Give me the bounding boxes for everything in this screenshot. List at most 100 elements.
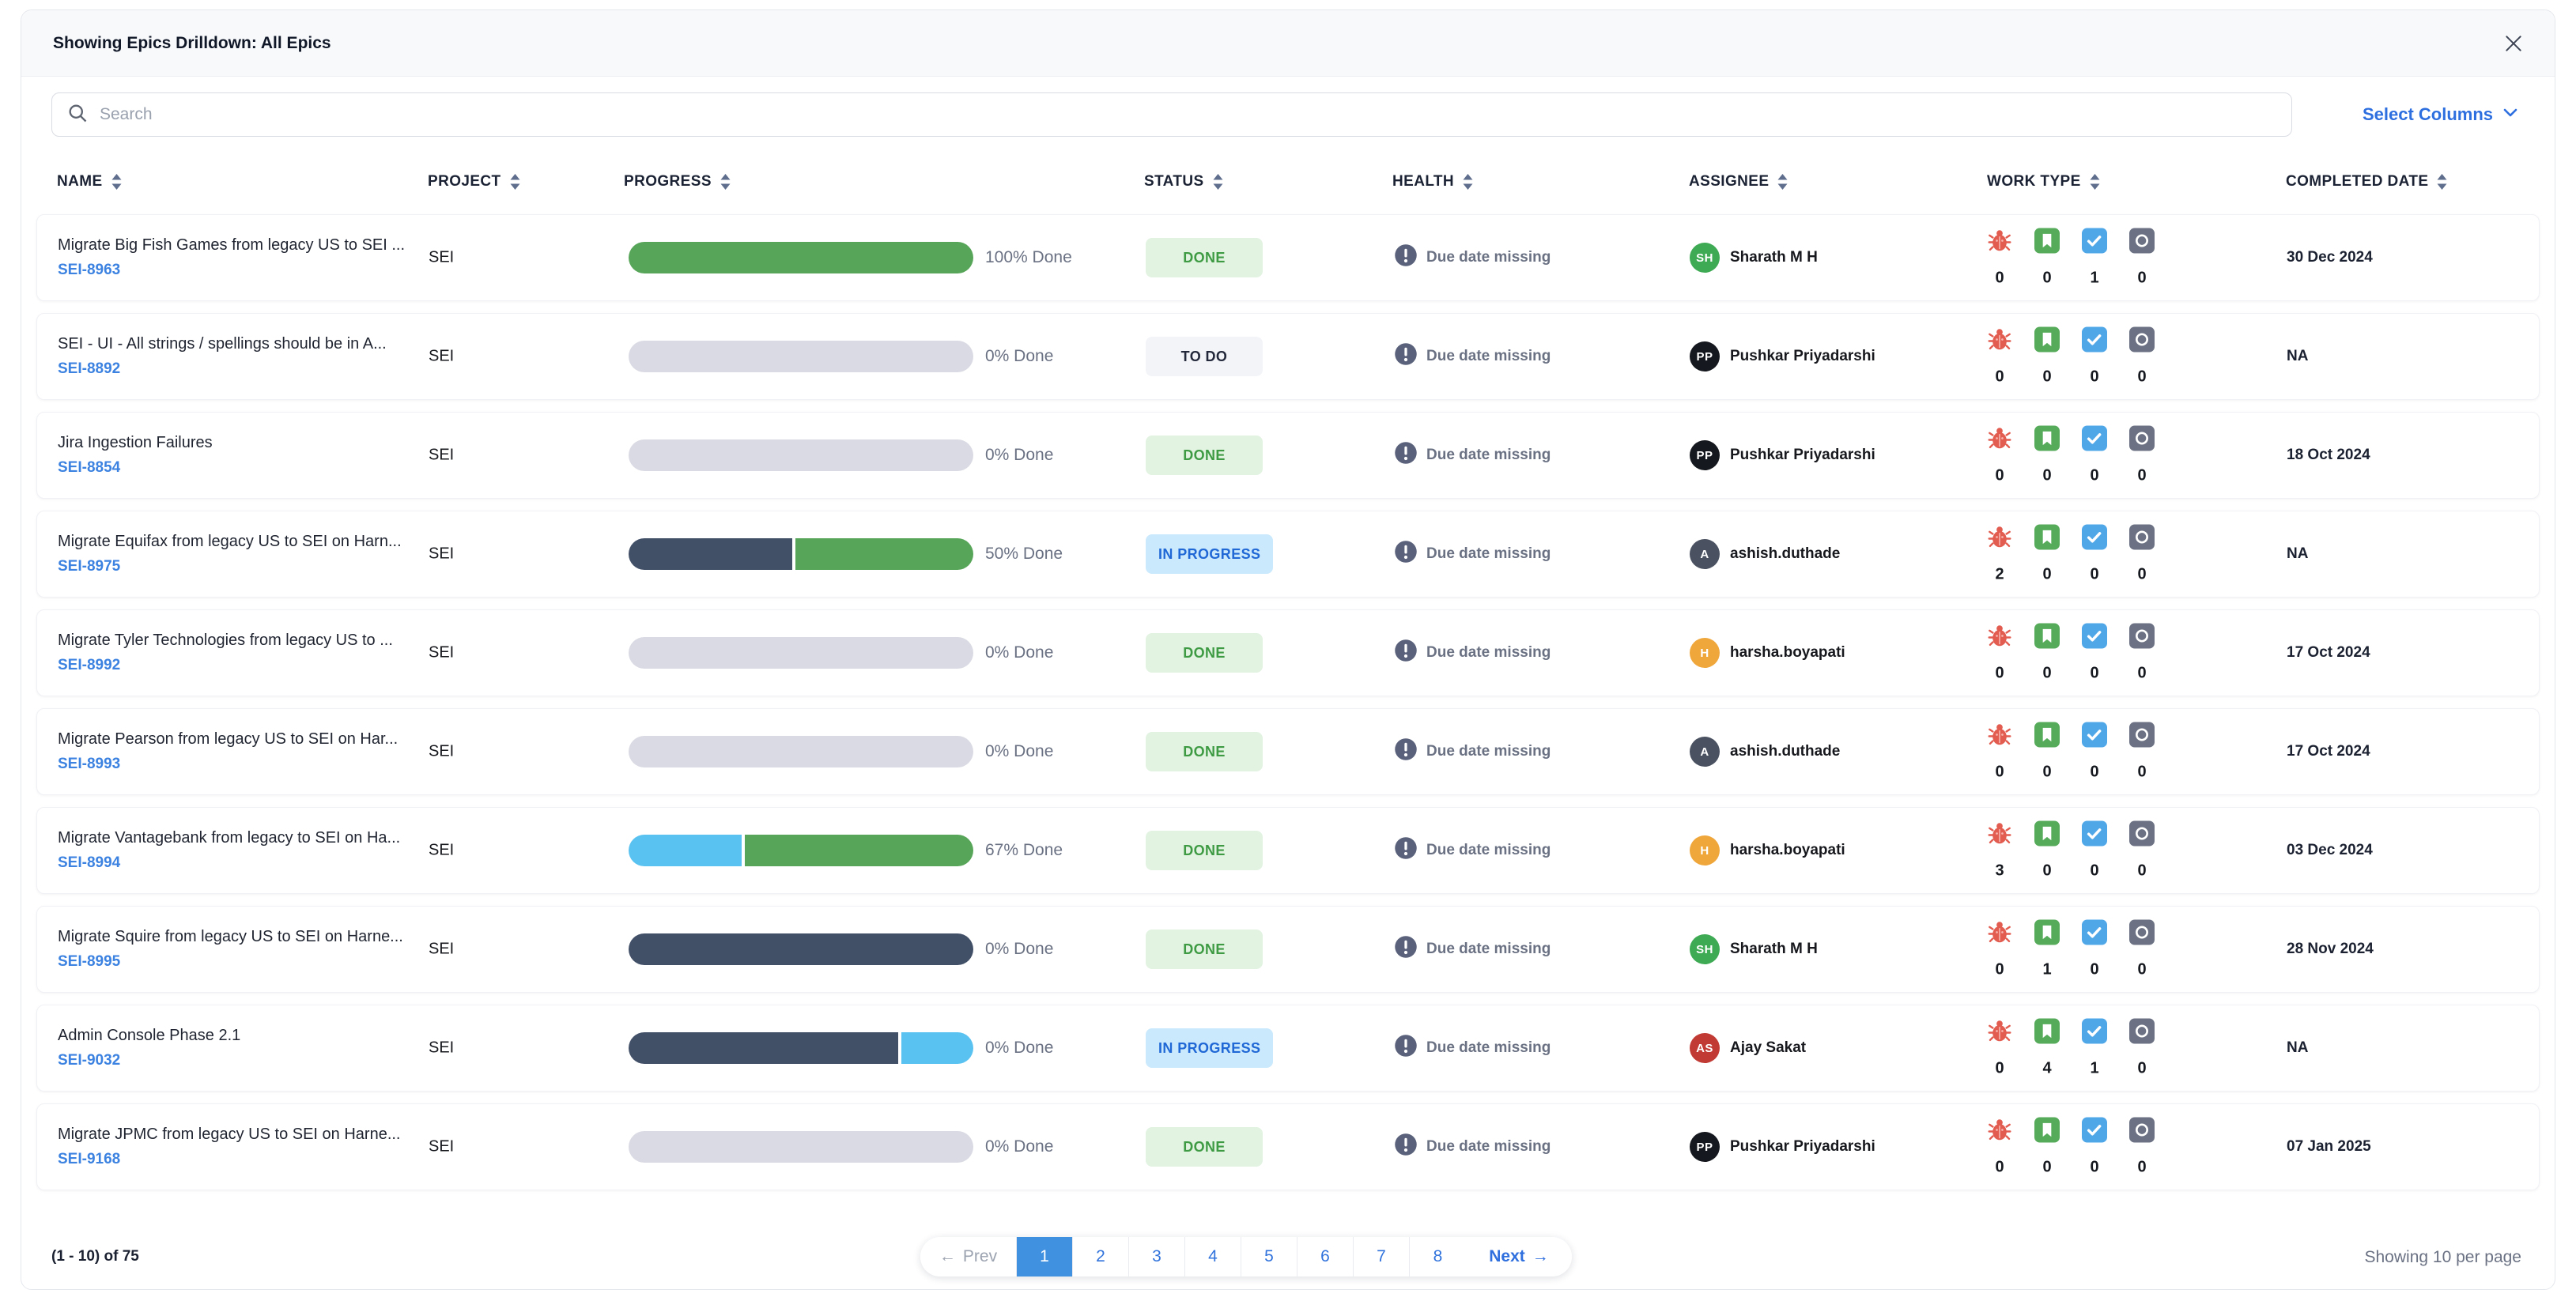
exclamation-circle-icon [1394,342,1418,371]
table-row: Jira Ingestion Failures SEI-8854 SEI 0% … [36,412,2540,499]
name-cell: SEI - UI - All strings / spellings shoul… [58,335,387,378]
per-page-label: Showing 10 per page [2364,1248,2522,1266]
column-header-health[interactable]: HEALTH [1392,173,1474,190]
epic-key-link[interactable]: SEI-9168 [58,1151,401,1168]
epic-name: Jira Ingestion Failures [58,434,213,451]
worktype-bug-column: 2 [1976,525,2023,584]
select-columns-label: Select Columns [2362,104,2493,124]
page-button-3[interactable]: 3 [1129,1237,1185,1276]
health-label: Due date missing [1426,941,1551,957]
search-input[interactable] [100,105,2291,124]
search-box [51,92,2292,137]
page-button-4[interactable]: 4 [1185,1237,1241,1276]
epic-key-link[interactable]: SEI-8963 [58,262,405,279]
column-header-progress[interactable]: PROGRESS [624,173,731,190]
epic-icon [2129,326,2155,356]
completed-date-cell: 18 Oct 2024 [2287,447,2370,463]
next-page-button[interactable]: Next → [1466,1237,1572,1276]
project-cell: SEI [429,742,455,760]
column-header-name[interactable]: NAME [57,173,123,190]
assignee-cell: H harsha.boyapati [1690,835,1845,865]
bug-icon [1987,525,2012,554]
completed-date-cell: 17 Oct 2024 [2287,644,2370,661]
story-icon [2034,524,2060,554]
worktype-task-column: 0 [2071,919,2118,979]
page-button-6[interactable]: 6 [1297,1237,1354,1276]
epic-key-link[interactable]: SEI-8995 [58,953,403,971]
epic-key-link[interactable]: SEI-8993 [58,756,398,773]
column-header-status[interactable]: STATUS [1144,173,1224,190]
exclamation-circle-icon [1394,1133,1418,1161]
bug-icon [1987,1019,2012,1048]
bug-count: 0 [1995,1158,2004,1176]
epic-key-link[interactable]: SEI-8992 [58,657,393,674]
task-icon [2082,326,2107,356]
worktype-epic-column: 0 [2118,228,2166,288]
progress-label: 0% Done [985,1039,1054,1057]
worktype-task-column: 0 [2071,722,2118,782]
bug-count: 0 [1995,763,2004,781]
bug-icon [1987,722,2012,752]
page-button-8[interactable]: 8 [1410,1237,1466,1276]
worktype-bug-column: 0 [1976,228,2023,288]
epic-key-link[interactable]: SEI-9032 [58,1052,240,1069]
bug-count: 3 [1995,862,2004,880]
bug-count: 0 [1995,466,2004,485]
table-row: Migrate Big Fish Games from legacy US to… [36,214,2540,301]
story-icon [2034,623,2060,653]
story-icon [2034,228,2060,258]
avatar: SH [1690,934,1720,964]
name-cell: Jira Ingestion Failures SEI-8854 [58,434,213,477]
task-count: 0 [2090,763,2099,781]
task-icon [2082,524,2107,554]
bug-icon [1987,327,2012,356]
worktype-task-column: 0 [2071,524,2118,584]
page-button-5[interactable]: 5 [1241,1237,1297,1276]
assignee-cell: A ashish.duthade [1690,539,1840,569]
worktype-bug-column: 0 [1976,327,2023,387]
epic-key-link[interactable]: SEI-8854 [58,459,213,477]
epic-icon [2129,425,2155,455]
project-cell: SEI [429,446,455,464]
column-header-completed-date[interactable]: COMPLETED DATE [2286,173,2448,190]
task-count: 0 [2090,1158,2099,1176]
pagination: ← Prev 12345678 Next → [920,1237,1572,1276]
column-header-worktype[interactable]: WORK TYPE [1987,173,2101,190]
progress-bar [629,933,973,965]
column-header-project[interactable]: PROJECT [428,173,521,190]
assignee-name: Sharath M H [1730,941,1818,957]
status-badge: DONE [1146,831,1263,870]
epic-key-link[interactable]: SEI-8892 [58,360,387,378]
worktype-bug-column: 0 [1976,426,2023,485]
status-badge: DONE [1146,436,1263,475]
worktype-bug-column: 0 [1976,1118,2023,1177]
prev-page-button[interactable]: ← Prev [920,1237,1017,1276]
table-row: Migrate Equifax from legacy US to SEI on… [36,511,2540,598]
status-cell: DONE [1146,1127,1263,1167]
column-header-assignee[interactable]: ASSIGNEE [1689,173,1788,190]
epic-key-link[interactable]: SEI-8994 [58,854,400,872]
project-cell: SEI [429,248,455,266]
task-count: 0 [2090,960,2099,979]
story-count: 0 [2042,466,2052,485]
worktype-epic-column: 0 [2118,425,2166,485]
select-columns-button[interactable]: Select Columns [2363,92,2520,137]
epic-key-link[interactable]: SEI-8975 [58,558,402,575]
assignee-name: ashish.duthade [1730,545,1841,562]
health-cell: Due date missing [1394,639,1551,667]
story-count: 0 [2042,269,2052,287]
exclamation-circle-icon [1394,540,1418,568]
story-icon [2034,919,2060,949]
exclamation-circle-icon [1394,243,1418,272]
close-icon[interactable] [2496,26,2531,61]
epic-count: 0 [2137,664,2147,682]
page-button-1[interactable]: 1 [1017,1237,1073,1276]
task-count: 0 [2090,664,2099,682]
name-cell: Migrate Vantagebank from legacy to SEI o… [58,829,400,872]
epic-name: Migrate Big Fish Games from legacy US to… [58,236,406,254]
worktype-cell: 0 1 0 0 [1976,919,2166,979]
page-button-7[interactable]: 7 [1354,1237,1410,1276]
exclamation-circle-icon [1394,935,1418,963]
status-badge: DONE [1146,732,1263,771]
page-button-2[interactable]: 2 [1073,1237,1129,1276]
